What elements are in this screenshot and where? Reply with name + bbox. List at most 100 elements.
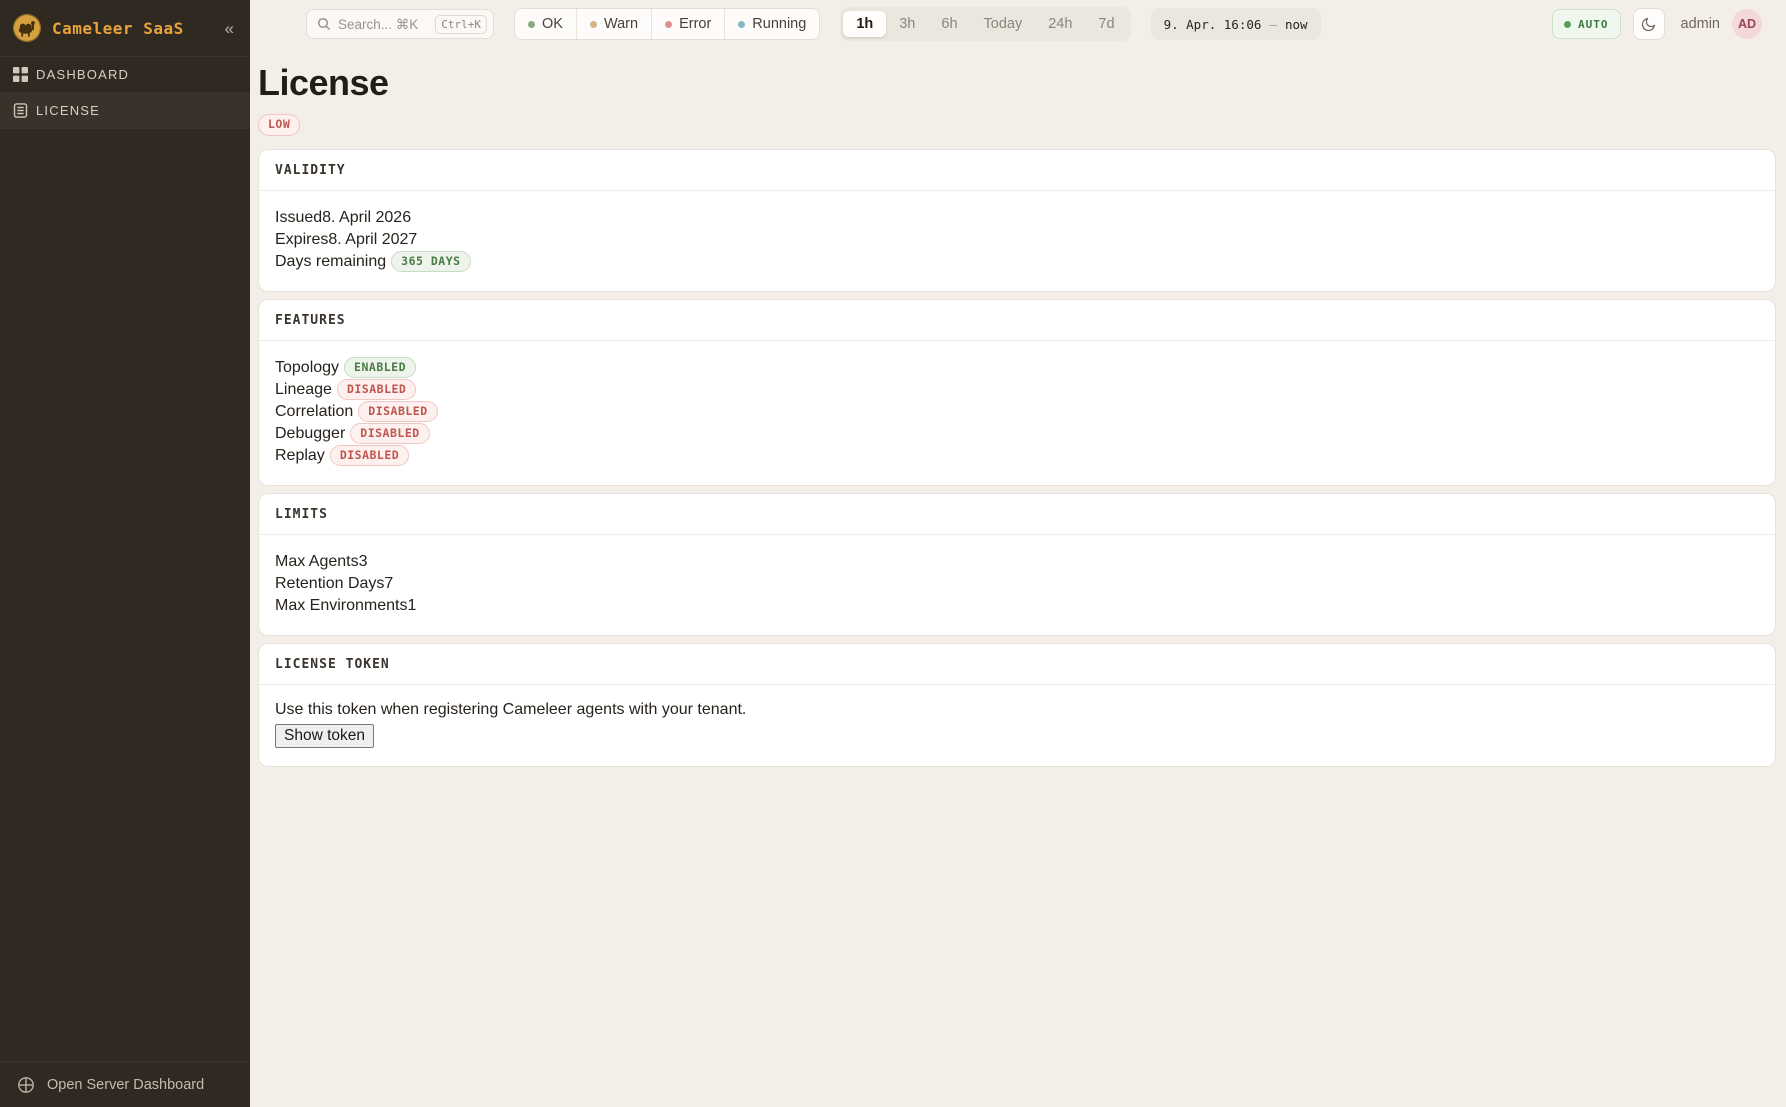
sidebar-item-dashboard[interactable]: DASHBOARD <box>0 57 250 93</box>
status-filter-label: Error <box>679 16 711 32</box>
time-range-6h[interactable]: 6h <box>928 11 970 37</box>
field-badge-disabled: DISABLED <box>337 379 416 401</box>
auto-label: AUTO <box>1578 18 1609 31</box>
status-dot-running <box>738 21 745 28</box>
sidebar-item-license[interactable]: LICENSE <box>0 93 250 129</box>
field-label: Lineage <box>275 381 332 399</box>
topbar: Ctrl+K OK Warn Error Running 1h3h6hToday24h… <box>250 0 1786 48</box>
status-filter-label: Warn <box>604 16 638 32</box>
field-badge-disabled: DISABLED <box>350 423 429 445</box>
license-level-badge: LOW <box>258 114 300 136</box>
section-features: FEATURESTopologyENABLEDLineageDISABLEDCo… <box>258 299 1776 486</box>
field-badge-disabled: DISABLED <box>330 445 409 467</box>
section-header: VALIDITY <box>259 150 1775 191</box>
main-area: Ctrl+K OK Warn Error Running 1h3h6hToday24h… <box>250 0 1786 1107</box>
brand-logo-camel-icon <box>12 13 42 43</box>
section-body: TopologyENABLEDLineageDISABLEDCorrelatio… <box>259 341 1775 485</box>
status-filter-label: OK <box>542 16 563 32</box>
time-range-1h[interactable]: 1h <box>843 11 886 37</box>
date-range-to: now <box>1285 17 1308 32</box>
section-body: Issued8. April 2026Expires8. April 2027D… <box>259 191 1775 291</box>
field-row-expires: Expires8. April 2027 <box>275 229 1759 251</box>
section-header: LIMITS <box>259 494 1775 535</box>
field-row-correlation: Correlation DISABLED <box>275 401 1759 423</box>
status-filter-warn[interactable]: Warn <box>577 9 652 39</box>
field-badge-enabled: ENABLED <box>344 357 416 379</box>
status-filter-running[interactable]: Running <box>725 9 819 39</box>
status-filter-label: Running <box>752 16 806 32</box>
app-root: Cameleer SaaS « DASHBOARD LICENSE Open Se… <box>0 0 1786 1107</box>
search-box[interactable]: Ctrl+K <box>306 9 494 39</box>
topbar-right: AUTO admin AD <box>1552 8 1762 40</box>
time-range-24h[interactable]: 24h <box>1035 11 1085 37</box>
sidebar-footer-open-server-dashboard[interactable]: Open Server Dashboard <box>0 1061 250 1107</box>
field-label: Topology <box>275 359 339 377</box>
auto-status-dot <box>1564 21 1571 28</box>
field-label: Max Agents <box>275 553 359 571</box>
field-label: Correlation <box>275 403 353 421</box>
field-value: 8. April 2026 <box>322 209 411 227</box>
field-row-max-environments: Max Environments1 <box>275 595 1759 617</box>
dark-mode-toggle-button[interactable] <box>1633 8 1665 40</box>
field-badge-365-days: 365 DAYS <box>391 251 470 273</box>
field-label: Debugger <box>275 425 345 443</box>
brand-title: Cameleer SaaS <box>52 19 211 38</box>
status-dot-error <box>665 21 672 28</box>
page-content: License LOW VALIDITYIssued8. April 2026E… <box>250 48 1786 774</box>
field-value: 3 <box>359 553 368 571</box>
field-label: Days remaining <box>275 253 386 271</box>
status-filter-error[interactable]: Error <box>652 9 725 39</box>
auto-refresh-toggle[interactable]: AUTO <box>1552 9 1621 39</box>
page-title: License <box>258 62 1776 104</box>
field-row-debugger: Debugger DISABLED <box>275 423 1759 445</box>
status-dot-ok <box>528 21 535 28</box>
field-label: Replay <box>275 447 325 465</box>
field-label: Retention Days <box>275 575 384 593</box>
sidebar-item-label: DASHBOARD <box>36 67 129 82</box>
date-range-display[interactable]: 9. Apr. 16:06 — now <box>1151 8 1321 40</box>
section-limits: LIMITSMax Agents3Retention Days7Max Envi… <box>258 493 1776 636</box>
time-range-today[interactable]: Today <box>971 11 1036 37</box>
field-row-replay: Replay DISABLED <box>275 445 1759 467</box>
field-row-lineage: Lineage DISABLED <box>275 379 1759 401</box>
sidebar-spacer <box>0 129 250 1061</box>
field-label: Max Environments <box>275 597 408 615</box>
section-body: Max Agents3Retention Days7Max Environmen… <box>259 535 1775 635</box>
field-value: 7 <box>384 575 393 593</box>
field-value: 8. April 2027 <box>328 231 417 249</box>
field-label: Expires <box>275 231 328 249</box>
date-range-separator: — <box>1269 17 1277 32</box>
sidebar-item-label: LICENSE <box>36 103 100 118</box>
field-row-topology: Topology ENABLED <box>275 357 1759 379</box>
section-validity: VALIDITYIssued8. April 2026Expires8. Apr… <box>258 149 1776 292</box>
username-label: admin <box>1681 16 1721 32</box>
section-body: Use this token when registering Cameleer… <box>259 685 1775 766</box>
field-row-days-remaining: Days remaining 365 DAYS <box>275 251 1759 273</box>
user-avatar[interactable]: AD <box>1732 9 1762 39</box>
show-token-button[interactable]: Show token <box>275 724 374 748</box>
status-dot-warn <box>590 21 597 28</box>
globe-icon <box>17 1076 35 1094</box>
field-value: 1 <box>408 597 417 615</box>
date-range-from: 9. Apr. 16:06 <box>1164 17 1262 32</box>
moon-icon <box>1640 16 1657 33</box>
sidebar-nav: DASHBOARD LICENSE <box>0 57 250 129</box>
sidebar-header: Cameleer SaaS « <box>0 0 250 57</box>
sidebar-collapse-button[interactable]: « <box>221 18 238 39</box>
search-icon <box>317 17 331 31</box>
section-list: VALIDITYIssued8. April 2026Expires8. Apr… <box>258 149 1776 767</box>
field-row-issued: Issued8. April 2026 <box>275 207 1759 229</box>
field-badge-disabled: DISABLED <box>358 401 437 423</box>
search-input[interactable] <box>338 17 428 32</box>
section-header: LICENSE TOKEN <box>259 644 1775 685</box>
status-filter-group: OK Warn Error Running <box>514 8 820 40</box>
token-description: Use this token when registering Cameleer… <box>275 701 1759 719</box>
status-filter-ok[interactable]: OK <box>515 9 577 39</box>
time-range-3h[interactable]: 3h <box>886 11 928 37</box>
field-row-retention-days: Retention Days7 <box>275 573 1759 595</box>
search-shortcut-keycap: Ctrl+K <box>435 15 487 34</box>
document-icon <box>13 103 28 118</box>
sidebar-footer-label: Open Server Dashboard <box>47 1077 204 1093</box>
time-range-7d[interactable]: 7d <box>1085 11 1127 37</box>
sidebar: Cameleer SaaS « DASHBOARD LICENSE Open Se… <box>0 0 250 1107</box>
